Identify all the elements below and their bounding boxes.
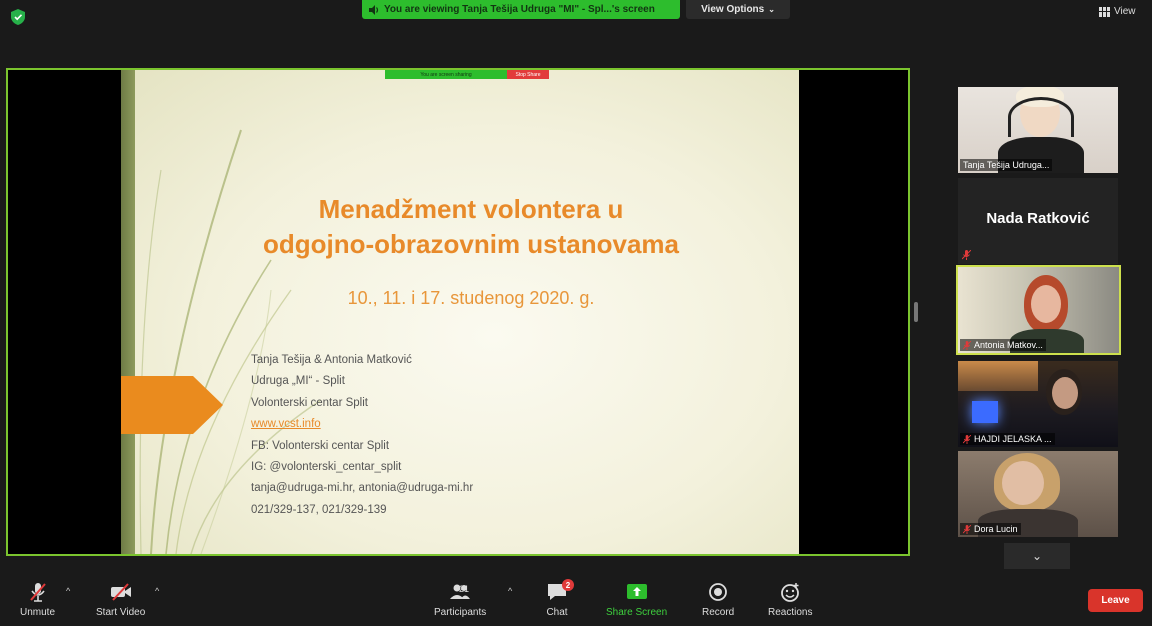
panel-resize-handle[interactable] xyxy=(914,302,918,322)
encryption-shield-icon[interactable] xyxy=(11,9,25,25)
info-website-link[interactable]: www.vcst.info xyxy=(251,414,473,435)
orange-arrow-shape xyxy=(121,376,223,434)
audio-options-caret[interactable]: ^ xyxy=(66,586,70,596)
muted-mic-icon xyxy=(963,434,971,444)
participants-options-caret[interactable]: ^ xyxy=(508,586,512,596)
slide-title: Menadžment volontera u odgojno-obrazovni… xyxy=(191,192,751,262)
leave-meeting-button[interactable]: Leave xyxy=(1088,589,1143,612)
participant-tile[interactable]: Dora Lucin xyxy=(958,451,1118,537)
unmute-label: Unmute xyxy=(20,607,56,618)
start-video-button[interactable]: Start Video xyxy=(96,582,145,618)
mini-sharing-label: You are screen sharing xyxy=(385,70,507,79)
participants-label: Participants xyxy=(434,607,487,618)
video-off-icon xyxy=(110,583,131,601)
record-icon xyxy=(709,583,728,601)
info-organization: Udruga „MI“ - Split xyxy=(251,375,345,388)
muted-microphone-icon xyxy=(29,583,46,602)
video-options-caret[interactable]: ^ xyxy=(155,586,159,596)
meeting-controls-toolbar: Unmute ^ Start Video ^ 21 Participants ^ xyxy=(0,574,1152,626)
share-screen-label: Share Screen xyxy=(606,607,668,618)
slide-title-line2: odgojno-obrazovnim ustanovama xyxy=(262,229,680,259)
participant-name-label: Tanja Tešija Udruga... xyxy=(960,159,1053,171)
speaker-icon xyxy=(369,4,379,15)
unmute-button[interactable]: Unmute xyxy=(20,582,55,618)
slide-dates: 10., 11. i 17. studenog 2020. g. xyxy=(347,288,595,308)
muted-mic-icon xyxy=(963,340,971,350)
participant-name-label: Antonia Matkov... xyxy=(960,339,1046,351)
participant-tile[interactable]: HAJDI JELASKA ... xyxy=(958,361,1118,447)
info-authors: Tanja Tešija & Antonia Matković xyxy=(251,354,412,366)
participants-count: 21 xyxy=(459,584,470,594)
record-label: Record xyxy=(702,607,735,618)
start-video-label: Start Video xyxy=(96,607,146,618)
info-instagram: IG: @volonterski_centar_split xyxy=(251,461,402,474)
share-screen-button[interactable]: Share Screen xyxy=(606,582,667,618)
info-facebook: FB: Volonterski centar Split xyxy=(251,439,390,452)
headphones-icon xyxy=(1008,97,1074,137)
info-center: Volonterski centar Split xyxy=(251,396,368,409)
share-screen-icon xyxy=(626,584,647,599)
reactions-button[interactable]: Reactions xyxy=(768,582,812,618)
muted-mic-icon xyxy=(963,524,971,534)
chevron-down-icon: ⌄ xyxy=(1031,549,1043,563)
participants-button[interactable]: 21 Participants xyxy=(434,582,486,618)
reactions-label: Reactions xyxy=(768,607,813,618)
presenter-mini-toolbar: You are screen sharing Stop Share xyxy=(385,70,549,79)
zoom-meeting-window: You are viewing Tanja Tešija Udruga "MI"… xyxy=(0,0,1152,626)
info-emails: tanja@udruga-mi.hr, antonia@udruga-mi.hr xyxy=(251,482,474,495)
gallery-scroll-down-button[interactable]: ⌄ xyxy=(1004,543,1070,569)
chevron-down-icon: ⌄ xyxy=(768,5,775,14)
view-options-label: View Options xyxy=(701,4,765,15)
chat-unread-badge: 2 xyxy=(562,579,574,591)
participant-tile[interactable]: Nada Ratković xyxy=(958,178,1118,264)
view-options-button[interactable]: View Options ⌄ xyxy=(686,0,790,19)
presentation-slide: You are screen sharing Stop Share Menadž… xyxy=(121,70,799,554)
mini-stop-share: Stop Share xyxy=(507,70,549,79)
muted-mic-icon xyxy=(962,250,971,260)
reactions-smiley-icon xyxy=(781,583,800,602)
slide-title-line1: Menadžment volontera u xyxy=(318,194,624,224)
chat-button[interactable]: 2 Chat xyxy=(546,579,574,618)
chat-icon: 2 xyxy=(546,579,574,602)
slide-contact-info: Tanja Tešija & Antonia Matković Udruga „… xyxy=(251,350,473,521)
chat-label: Chat xyxy=(546,607,568,618)
record-button[interactable]: Record xyxy=(702,582,734,618)
share-banner-text: You are viewing Tanja Tešija Udruga "MI"… xyxy=(384,4,655,15)
participant-tile[interactable]: Tanja Tešija Udruga... xyxy=(958,87,1118,173)
participant-tile-active-speaker[interactable]: Antonia Matkov... xyxy=(956,265,1121,355)
participant-name-label: HAJDI JELASKA ... xyxy=(960,433,1055,445)
view-label: View xyxy=(1114,6,1136,17)
shared-screen-view[interactable]: You are screen sharing Stop Share Menadž… xyxy=(6,68,910,556)
grid-view-icon xyxy=(1099,6,1110,17)
participant-name-label: Dora Lucin xyxy=(960,523,1021,535)
view-layout-button[interactable]: View xyxy=(1099,6,1136,17)
participant-name-label: Nada Ratković xyxy=(986,210,1090,227)
screen-share-banner: You are viewing Tanja Tešija Udruga "MI"… xyxy=(362,0,680,19)
info-phones: 021/329-137, 021/329-139 xyxy=(251,503,387,516)
